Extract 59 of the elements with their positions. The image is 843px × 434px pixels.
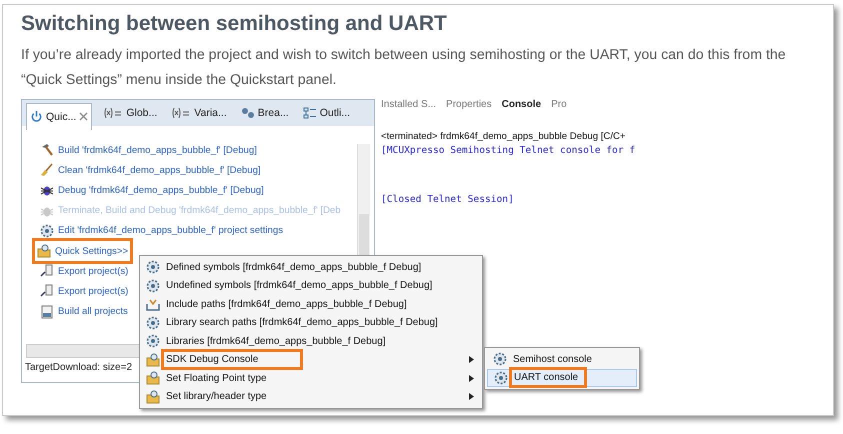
console-tab[interactable]: Console — [502, 99, 542, 111]
quickstart-action[interactable]: Export project(s) — [38, 281, 130, 302]
panel-tab[interactable]: Outli... — [300, 104, 354, 122]
console-header: <terminated> frdmk64f_demo_apps_bubble Debug [C/C+ — [381, 131, 627, 142]
section-heading: Switching between semihosting and UART — [21, 11, 448, 37]
menu-item[interactable]: Set library/header type — [140, 388, 482, 406]
gear-icon — [146, 316, 160, 330]
outline-icon — [302, 106, 317, 120]
menu-item[interactable]: Library search paths [frdmk64f_demo_apps_bubble_f Debug] — [140, 314, 482, 332]
folder-gear-icon — [146, 371, 160, 386]
quickstart-action[interactable]: Build all projects — [38, 302, 130, 322]
submenu-arrow-icon — [469, 374, 474, 382]
quickstart-action[interactable]: Quick Settings>> — [35, 240, 130, 262]
folder-gear-icon — [37, 244, 51, 258]
status-text: TargetDownload: size=2 — [24, 362, 132, 375]
include-icon — [146, 297, 160, 312]
export-icon — [40, 284, 54, 298]
console-tab[interactable]: Installed S... — [381, 99, 436, 111]
menu-item[interactable]: Set Floating Point type — [140, 369, 482, 388]
gear-icon — [146, 260, 160, 274]
console-tab[interactable]: Properties — [446, 99, 492, 111]
gear-icon — [146, 334, 160, 348]
panel-tab[interactable]: Glob... — [100, 104, 160, 122]
breakpoints-icon — [240, 107, 255, 119]
paragraph: If you’re already imported the project and wish to switch between using semihosting or the UART, you can do this from the “Quick Settings” menu inside the Quickstart panel. — [21, 46, 787, 90]
gear-icon — [494, 370, 508, 385]
quickstart-action[interactable]: Debug 'frdmk64f_demo_apps_bubble_f' [Debug] — [38, 180, 266, 201]
folder-gear-icon — [146, 352, 160, 367]
gear-icon — [493, 352, 507, 366]
file-icon — [40, 304, 54, 319]
panel-tab[interactable]: Quic... — [26, 102, 92, 130]
quickstart-action[interactable]: Export project(s) — [38, 261, 130, 282]
console-line: [MCUXpresso Semihosting Telnet console for f — [381, 145, 636, 156]
menu-item[interactable]: Include paths [frdmk64f_demo_apps_bubble_f Debug] — [140, 295, 482, 314]
panel-tab[interactable]: Varia... — [168, 104, 230, 122]
hammer-icon — [40, 143, 54, 158]
quickstart-action[interactable]: Build 'frdmk64f_demo_apps_bubble_f' [Debug] — [38, 140, 259, 160]
console-tab[interactable]: Pro — [551, 99, 567, 111]
panel-tab[interactable]: Brea... — [238, 104, 292, 122]
menu-item[interactable]: Semihost console — [487, 350, 637, 368]
broom-icon — [40, 163, 54, 178]
menu-item[interactable]: SDK Debug Console — [140, 350, 482, 369]
close-icon[interactable] — [79, 112, 88, 121]
export-icon — [40, 264, 54, 278]
menu-item[interactable]: Defined symbols [frdmk64f_demo_apps_bubble_f Debug] — [140, 258, 482, 276]
gear-icon — [146, 278, 160, 293]
folder-gear-icon — [146, 390, 160, 404]
quickstart-action[interactable]: Edit 'frdmk64f_demo_apps_bubble_f' project settings — [38, 220, 285, 241]
menu-item[interactable]: Libraries [frdmk64f_demo_apps_bubble_f Debug] — [140, 332, 482, 350]
submenu-arrow-icon — [469, 393, 474, 400]
variable-icon — [103, 107, 124, 119]
menu-item[interactable]: Undefined symbols [frdmk64f_demo_apps_bubble_f Debug] — [140, 276, 482, 295]
power-icon — [30, 110, 43, 123]
submenu-arrow-icon — [469, 356, 474, 364]
quickstart-action[interactable]: Clean 'frdmk64f_demo_apps_bubble_f' [Debug] — [38, 160, 263, 180]
menu-item[interactable]: UART console — [487, 368, 637, 387]
console-line: [Closed Telnet Session] — [381, 194, 515, 205]
gear-icon — [40, 224, 54, 238]
variable-icon — [171, 107, 192, 119]
